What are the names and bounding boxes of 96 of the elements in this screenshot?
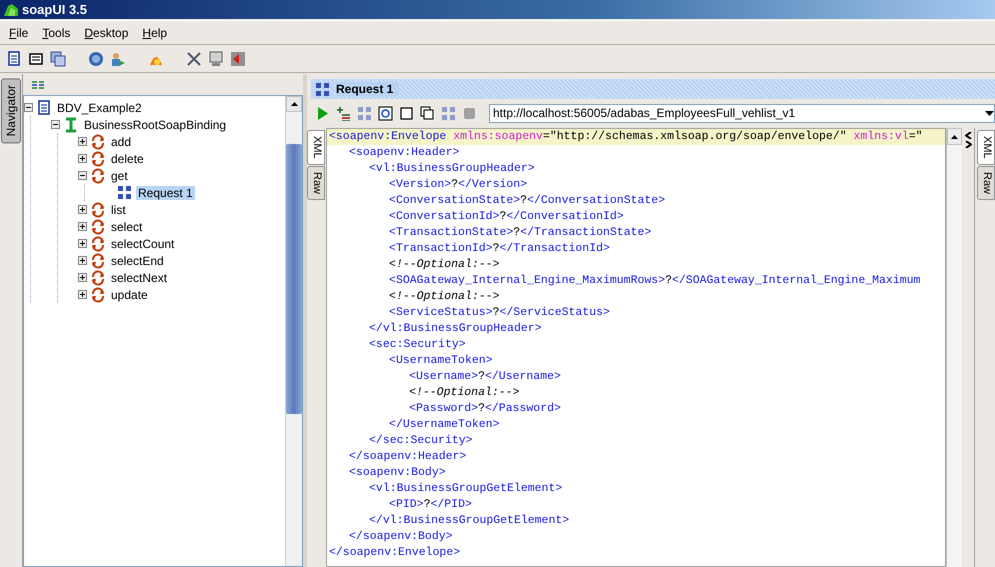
code-line: </vl:BusinessGroupHeader> bbox=[368, 321, 543, 337]
scrollbar-thumb[interactable] bbox=[286, 144, 302, 414]
code-line: <soapenv:Header> bbox=[348, 145, 460, 161]
operation-icon bbox=[90, 270, 106, 286]
logo-icon bbox=[3, 2, 19, 16]
code-line: <TransactionState>?</TransactionState> bbox=[388, 225, 652, 241]
operation-icon bbox=[90, 218, 106, 234]
code-line: <ServiceStatus>?</ServiceStatus> bbox=[388, 305, 611, 321]
expand-right-icon[interactable] bbox=[964, 141, 972, 148]
code-line: <soapenv:Body> bbox=[348, 465, 447, 481]
code-line: <UsernameToken> bbox=[388, 353, 494, 369]
copy-icon[interactable] bbox=[420, 106, 435, 120]
code-line: </soapenv:Body> bbox=[348, 529, 454, 545]
up-arrow-icon bbox=[951, 134, 958, 138]
menu-item[interactable]: Tools bbox=[35, 24, 78, 42]
code-line: <TransactionId>?</TransactionId> bbox=[388, 241, 611, 257]
up-arrow-icon bbox=[290, 102, 298, 106]
code-line: <vl:BusinessGroupGetElement> bbox=[368, 481, 564, 497]
editor-tab[interactable]: Raw bbox=[977, 166, 995, 200]
code-line: </vl:BusinessGroupGetElement> bbox=[368, 513, 570, 529]
tree-item[interactable]: list bbox=[109, 202, 128, 216]
code-line: <!--Optional:--> bbox=[388, 257, 500, 273]
endpoint-dropdown[interactable]: http://localhost:56005/adabas_EmployeesFull_vehlist_v1 bbox=[489, 104, 995, 122]
tree-item[interactable]: selectNext bbox=[109, 270, 170, 284]
expand-icon[interactable] bbox=[78, 222, 87, 231]
scroll-up-button[interactable] bbox=[947, 128, 962, 145]
expand-icon[interactable] bbox=[78, 154, 87, 163]
square-icon[interactable] bbox=[399, 106, 414, 120]
exit-icon[interactable] bbox=[230, 50, 246, 66]
menu-item[interactable]: File bbox=[2, 24, 36, 42]
window-title: soapUI 3.5 bbox=[22, 2, 88, 17]
code-line: <!--Optional:--> bbox=[408, 385, 520, 401]
operation-icon bbox=[90, 134, 106, 150]
code-line: <ConversationState>?</ConversationState> bbox=[388, 193, 666, 209]
tree-item[interactable]: update bbox=[109, 288, 150, 302]
tree-item[interactable]: get bbox=[109, 168, 130, 182]
tree-item[interactable]: selectEnd bbox=[109, 254, 166, 268]
editor-tab[interactable]: XML bbox=[307, 130, 325, 165]
code-line: <ConversationId>?</ConversationId> bbox=[388, 209, 625, 225]
code-line: </UsernameToken> bbox=[388, 417, 500, 433]
editor-tab[interactable]: Raw bbox=[307, 166, 325, 200]
request-icon bbox=[315, 82, 330, 96]
caret-icon bbox=[985, 110, 994, 116]
request-title: Request 1 bbox=[336, 82, 400, 96]
code-line: </soapenv:Envelope> bbox=[328, 545, 462, 561]
scrollbar[interactable] bbox=[285, 96, 302, 566]
expand-icon[interactable] bbox=[78, 239, 87, 248]
expand-icon[interactable] bbox=[78, 137, 87, 146]
code-line: <vl:BusinessGroupHeader> bbox=[368, 161, 536, 177]
interface-icon bbox=[63, 116, 79, 132]
scrollbar[interactable] bbox=[946, 128, 962, 567]
tree-item[interactable]: select bbox=[109, 220, 144, 234]
collapse-icon[interactable] bbox=[51, 120, 60, 129]
code-line: </soapenv:Header> bbox=[348, 449, 468, 465]
tree-item[interactable]: BDV_Example2 bbox=[55, 100, 144, 114]
expand-icon[interactable] bbox=[78, 205, 87, 214]
expand-icon[interactable] bbox=[78, 290, 87, 299]
menu-item[interactable]: Help bbox=[135, 24, 174, 42]
code-line: <sec:Security> bbox=[368, 337, 467, 353]
run-icon[interactable] bbox=[315, 106, 330, 120]
tree-item[interactable]: Request 1 bbox=[136, 186, 195, 200]
list-icon[interactable] bbox=[31, 80, 45, 90]
menu-item[interactable]: Desktop bbox=[77, 24, 136, 42]
operation-icon bbox=[90, 236, 106, 252]
collapse-icon[interactable] bbox=[24, 103, 33, 112]
operation-icon bbox=[90, 150, 106, 166]
expand-icon[interactable] bbox=[78, 273, 87, 282]
tree-item[interactable]: selectCount bbox=[109, 236, 176, 250]
project-icon bbox=[36, 100, 52, 116]
workspace-icon[interactable] bbox=[6, 50, 22, 66]
scroll-up-button[interactable] bbox=[286, 96, 302, 112]
editor-tab[interactable]: XML bbox=[977, 130, 995, 165]
navigator-tab[interactable]: Navigator bbox=[1, 78, 21, 144]
expand-icon[interactable] bbox=[78, 256, 87, 265]
code-line: <Version>?</Version> bbox=[388, 177, 528, 193]
document-icon[interactable] bbox=[28, 50, 44, 66]
monitor-icon[interactable] bbox=[208, 50, 224, 66]
collapse-left-icon[interactable] bbox=[964, 132, 972, 139]
code-line: <!--Optional:--> bbox=[388, 289, 500, 305]
tree-item[interactable]: delete bbox=[109, 152, 146, 166]
code-line: <Username>?</Username> bbox=[408, 369, 562, 385]
collapse-icon[interactable] bbox=[78, 171, 87, 180]
tree-item[interactable]: add bbox=[109, 134, 134, 148]
code-line: <Password>?</Password> bbox=[408, 401, 562, 417]
operation-icon bbox=[90, 168, 106, 184]
code-line: </sec:Security> bbox=[368, 433, 474, 449]
operation-icon bbox=[90, 286, 106, 302]
help-icon[interactable] bbox=[88, 50, 104, 66]
code-line: <SOAGateway_Internal_Engine_MaximumRows>?</SOAGateway_Internal_Engine_Maximum bbox=[388, 273, 922, 289]
operation-icon bbox=[90, 252, 106, 268]
refresh-icon[interactable] bbox=[378, 106, 393, 120]
operation-icon bbox=[90, 202, 106, 218]
code-line: <PID>?</PID> bbox=[388, 497, 473, 513]
tree-item[interactable]: BusinessRootSoapBinding bbox=[82, 118, 228, 132]
add-assertion-icon[interactable] bbox=[336, 106, 351, 120]
request-icon bbox=[117, 184, 133, 200]
